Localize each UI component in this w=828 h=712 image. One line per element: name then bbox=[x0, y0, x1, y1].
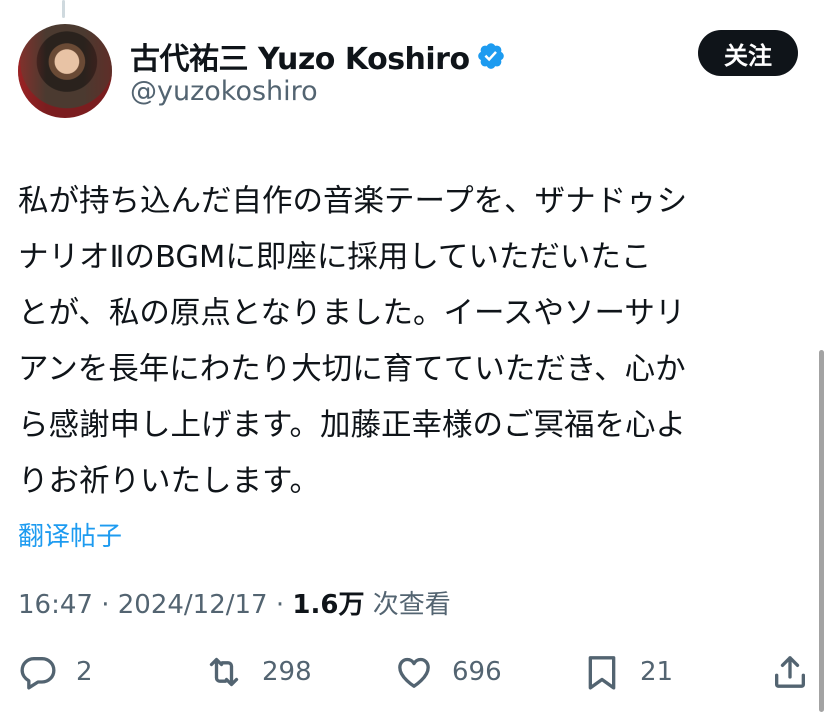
tweet-line: とが、私の原点となりました。イースやソーサリ bbox=[18, 296, 686, 331]
tweet-date[interactable]: 2024/12/17 bbox=[118, 590, 268, 620]
author-handle[interactable]: @yuzokoshiro bbox=[130, 76, 318, 107]
tweet-line: ら感謝申し上げます。加藤正幸様のご冥福を心よ bbox=[18, 408, 686, 443]
meta-separator: · bbox=[267, 590, 293, 620]
share-icon bbox=[775, 656, 805, 688]
tweet-line: アンを長年にわたり大切に育てていただき、心か bbox=[18, 352, 686, 387]
translate-post-link[interactable]: 翻译帖子 bbox=[18, 516, 122, 553]
author-display-name[interactable]: 古代祐三 Yuzo Koshiro bbox=[130, 34, 470, 78]
reply-count: 2 bbox=[76, 657, 93, 687]
bookmark-icon bbox=[588, 656, 616, 690]
thread-connector-line bbox=[62, 0, 65, 18]
bookmark-count: 21 bbox=[640, 657, 674, 687]
heart-icon bbox=[398, 657, 430, 688]
author-name-row: 古代祐三 Yuzo Koshiro bbox=[130, 34, 506, 78]
like-count: 696 bbox=[452, 657, 502, 687]
view-count[interactable]: 1.6万 bbox=[292, 590, 364, 620]
scrollbar[interactable] bbox=[819, 350, 824, 712]
tweet-line: 私が持ち込んだ自作の音楽テープを、ザナドゥシ bbox=[18, 184, 688, 219]
tweet-meta: 16:47 · 2024/12/17 · 1.6万 次查看 bbox=[18, 584, 451, 621]
tweet-actions-bar: 2 298 696 21 bbox=[0, 652, 828, 702]
tweet-time[interactable]: 16:47 bbox=[18, 590, 93, 620]
share-button[interactable] bbox=[770, 652, 810, 692]
reply-icon bbox=[20, 657, 56, 690]
bookmark-button[interactable]: 21 bbox=[582, 652, 673, 692]
repost-button[interactable]: 298 bbox=[204, 652, 312, 692]
follow-button[interactable]: 关注 bbox=[698, 30, 798, 76]
reply-button[interactable]: 2 bbox=[18, 652, 93, 692]
meta-separator: · bbox=[92, 590, 118, 620]
avatar[interactable] bbox=[18, 24, 112, 118]
repost-icon bbox=[209, 657, 239, 687]
tweet-line: ナリオⅡのBGMに即座に採用していただいたこ bbox=[18, 240, 652, 275]
view-count-label: 次查看 bbox=[364, 590, 451, 620]
tweet-header: 古代祐三 Yuzo Koshiro @yuzokoshiro 关注 bbox=[18, 24, 798, 120]
like-button[interactable]: 696 bbox=[394, 652, 502, 692]
verified-badge-icon bbox=[477, 43, 504, 69]
tweet-line: りお祈りいたします。 bbox=[18, 464, 320, 499]
tweet-text: 私が持ち込んだ自作の音楽テープを、ザナドゥシ ナリオⅡのBGMに即座に採用してい… bbox=[18, 174, 813, 510]
repost-count: 298 bbox=[262, 657, 312, 687]
